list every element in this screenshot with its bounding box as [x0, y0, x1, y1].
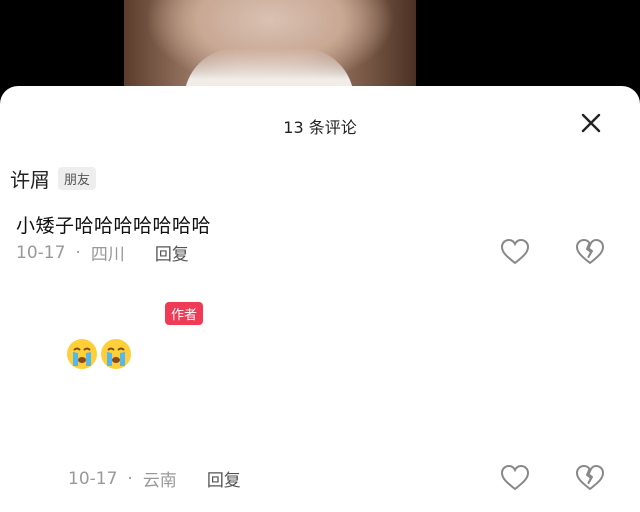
broken-heart-icon [576, 239, 604, 264]
crying-face-icon [67, 339, 97, 369]
broken-heart-icon [576, 465, 604, 490]
comment-text: 小矮子哈哈哈哈哈哈哈 [16, 215, 212, 237]
like-button[interactable] [500, 464, 530, 496]
comment-date: 10-17 [16, 242, 66, 263]
reply-button[interactable]: 回复 [155, 240, 189, 265]
author-badge: 作者 [165, 302, 204, 325]
video-preview [124, 0, 416, 100]
heart-icon [500, 238, 530, 265]
comment-author[interactable]: 许屑 [10, 164, 50, 193]
comment-emojis [66, 338, 132, 370]
separator-dot: · [127, 468, 133, 489]
dislike-button[interactable] [575, 464, 605, 496]
dislike-button[interactable] [575, 238, 605, 270]
comment-item: 许屑 朋友 小矮子哈哈哈哈哈哈哈 10-17 · 四川 回复 [0, 164, 640, 265]
friend-badge: 朋友 [58, 167, 97, 190]
like-button[interactable] [500, 238, 530, 270]
separator-dot: · [75, 242, 81, 263]
comment-count: 13 条评论 [283, 118, 357, 137]
comment-meta: 10-17 · 四川 回复 [16, 240, 189, 266]
heart-icon [500, 464, 530, 491]
comment-meta: 10-17 · 云南 回复 [68, 466, 241, 492]
comment-date: 10-17 [68, 468, 118, 489]
comment-location: 云南 [142, 471, 177, 491]
comment-location: 四川 [90, 245, 125, 265]
crying-face-icon [101, 339, 131, 369]
reply-button[interactable]: 回复 [207, 466, 241, 491]
comments-sheet [0, 86, 640, 512]
